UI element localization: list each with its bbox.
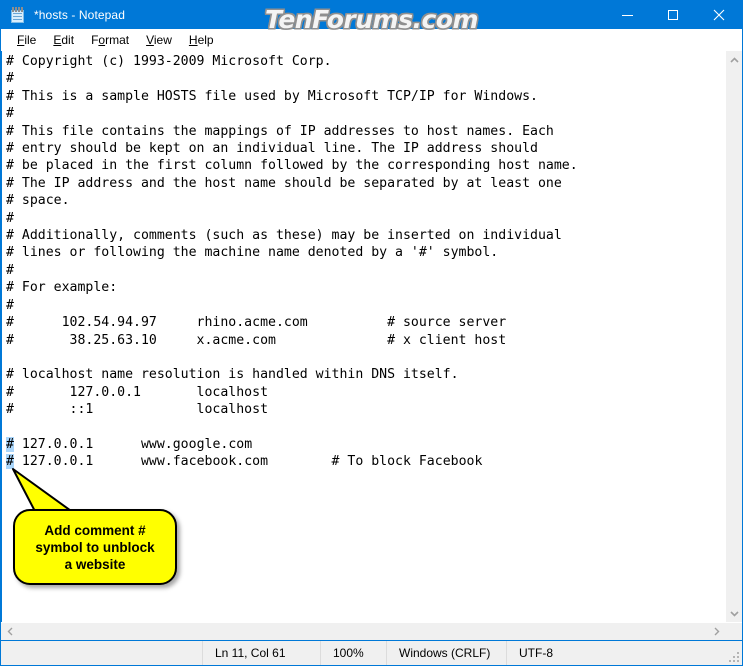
menu-bar: File Edit Format View Help <box>1 29 742 51</box>
title-bar[interactable]: *hosts - Notepad TenForums.com <box>1 1 742 34</box>
editor-line: # ::1 localhost <box>6 402 269 418</box>
status-encoding: UTF-8 <box>506 641 742 665</box>
editor-line: # localhost name resolution is handled w… <box>6 367 459 383</box>
status-line-ending: Windows (CRLF) <box>386 641 506 665</box>
status-bar: Ln 11, Col 61 100% Windows (CRLF) UTF-8 <box>1 640 742 665</box>
editor-line: # lines or following the machine name de… <box>6 245 499 261</box>
callout-text: Add comment # symbol to unblock a websit… <box>35 522 155 572</box>
menu-item-help[interactable]: Help <box>181 31 223 49</box>
editor-line: # 38.25.63.10 x.acme.com # x client host <box>6 332 507 348</box>
close-icon <box>713 9 725 21</box>
editor-line: # <box>6 262 14 278</box>
resize-grip[interactable] <box>729 652 739 662</box>
notepad-window: *hosts - Notepad TenForums.com File Edit… <box>0 0 743 666</box>
menu-item-file[interactable]: File <box>9 31 45 49</box>
scrollbar-corner <box>725 623 742 640</box>
chevron-up-icon <box>729 56 739 63</box>
horizontal-scrollbar-row <box>1 622 742 640</box>
minimize-icon <box>621 15 633 16</box>
maximize-icon <box>668 10 678 20</box>
menu-item-edit[interactable]: Edit <box>45 31 83 49</box>
minimize-button[interactable] <box>604 1 650 29</box>
editor-line: # This is a sample HOSTS file used by Mi… <box>6 88 538 104</box>
scroll-right-button[interactable] <box>708 623 725 640</box>
close-button[interactable] <box>696 1 742 29</box>
maximize-button[interactable] <box>650 1 696 29</box>
scroll-up-button[interactable] <box>726 51 743 68</box>
selected-text: # <box>6 436 14 452</box>
editor-line: # 102.54.94.97 rhino.acme.com # source s… <box>6 315 507 331</box>
chevron-down-icon <box>729 610 739 617</box>
menu-item-view[interactable]: View <box>138 31 181 49</box>
editor-line: # Copyright (c) 1993-2009 Microsoft Corp… <box>6 54 332 69</box>
editor-line: # 127.0.0.1 localhost <box>6 384 269 400</box>
chevron-left-icon <box>7 627 12 636</box>
vertical-scrollbar[interactable] <box>725 51 742 622</box>
horizontal-scrollbar[interactable] <box>1 623 725 640</box>
editor-line: # This file contains the mappings of IP … <box>6 123 554 139</box>
window-title: *hosts - Notepad <box>34 8 125 22</box>
editor-line: # Additionally, comments (such as these)… <box>6 228 562 244</box>
editor-line: # 127.0.0.1 www.facebook.com # To block … <box>6 454 483 470</box>
notepad-icon <box>10 7 26 23</box>
editor-line: # <box>6 297 14 313</box>
hosts-file-content[interactable]: # Copyright (c) 1993-2009 Microsoft Corp… <box>6 53 725 471</box>
scroll-left-button[interactable] <box>1 623 18 640</box>
scroll-down-button[interactable] <box>726 605 743 622</box>
editor-line: # <box>6 210 14 226</box>
editor-line: # <box>6 71 14 87</box>
selected-text: # <box>6 454 14 470</box>
chevron-right-icon <box>714 627 719 636</box>
editor-line: # <box>6 106 14 122</box>
status-cursor-position: Ln 11, Col 61 <box>202 641 320 665</box>
status-spacer <box>1 641 202 665</box>
editor-line: # For example: <box>6 280 118 296</box>
editor-line: # The IP address and the host name shoul… <box>6 175 562 191</box>
editor-line: # space. <box>6 193 70 209</box>
annotation-callout: Add comment # symbol to unblock a websit… <box>12 468 177 585</box>
editor-line: # 127.0.0.1 www.google.com <box>6 436 253 452</box>
status-zoom-level: 100% <box>320 641 386 665</box>
menu-item-format[interactable]: Format <box>83 31 138 49</box>
editor-line: # be placed in the first column followed… <box>6 158 578 174</box>
editor-line: # entry should be kept on an individual … <box>6 141 538 157</box>
callout-bubble: Add comment # symbol to unblock a websit… <box>13 509 177 585</box>
